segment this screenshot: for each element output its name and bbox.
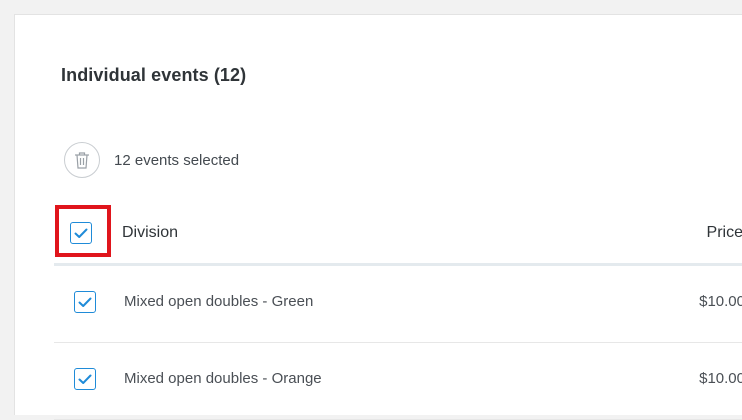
table-header: Division Price [54, 205, 742, 266]
checkmark-icon [78, 374, 92, 384]
delete-selected-button[interactable] [64, 142, 100, 178]
trash-icon [75, 152, 89, 169]
table-row: Mixed open doubles - Green $10.00 [54, 266, 742, 343]
row-division: Mixed open doubles - Green [124, 293, 314, 310]
column-header-price[interactable]: Price [707, 224, 742, 242]
row-price: $10.00 [699, 370, 742, 387]
bulk-actions-bar: 12 events selected [64, 142, 239, 178]
section-title: Individual events (12) [61, 65, 247, 85]
events-card: Individual events (12) 12 events selecte… [14, 14, 742, 420]
row-checkbox[interactable] [74, 368, 96, 390]
selected-count-label: 12 events selected [114, 151, 240, 169]
checkmark-icon [74, 228, 88, 238]
checkmark-icon [78, 297, 92, 307]
events-table: Division Price Mixed open doubles - Gree… [54, 205, 742, 420]
row-checkbox[interactable] [74, 291, 96, 313]
select-all-checkbox[interactable] [70, 222, 92, 244]
row-price: $10.00 [699, 293, 742, 310]
row-division: Mixed open doubles - Orange [124, 370, 322, 387]
column-header-division[interactable]: Division [122, 224, 178, 242]
table-row: Mixed open doubles - Orange $10.00 [54, 343, 742, 420]
